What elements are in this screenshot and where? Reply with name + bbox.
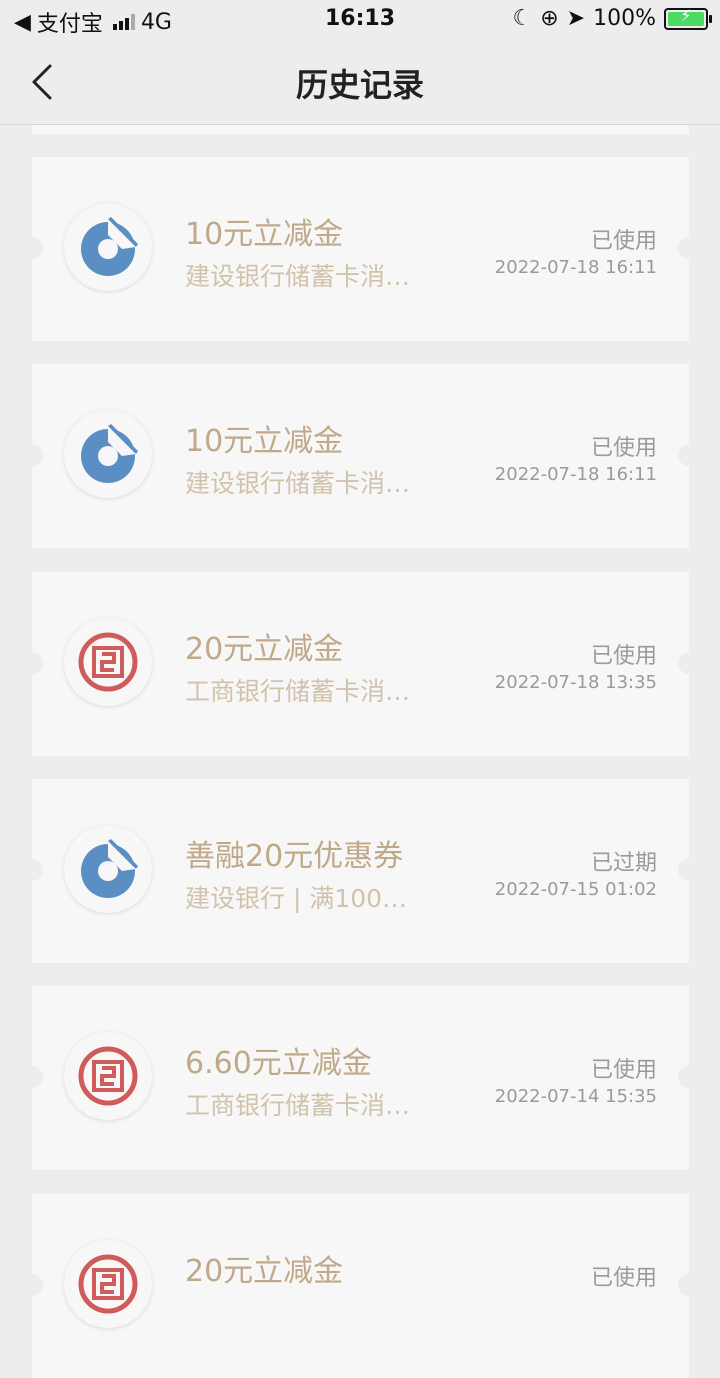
coupon-title: 20元立减金 bbox=[185, 632, 344, 667]
coupon-title: 6.60元立减金 bbox=[185, 1046, 372, 1081]
card-notch-left bbox=[21, 1274, 43, 1296]
card-notch-right bbox=[678, 1066, 700, 1088]
ccb-logo-icon bbox=[81, 839, 138, 898]
coupon-date: 2022-07-18 16:11 bbox=[494, 464, 657, 485]
icbc-logo-icon bbox=[78, 1046, 138, 1106]
location-icon: ➤ bbox=[566, 6, 586, 31]
card-notch-left bbox=[21, 237, 43, 259]
nav-bar: 历史记录 bbox=[0, 40, 720, 125]
status-bar: ◀ 支付宝 4G 16:13 ☾ ⊕ ➤ 100% ⚡ bbox=[0, 0, 720, 40]
coupon-title: 善融20元优惠券 bbox=[185, 839, 404, 874]
bank-logo bbox=[64, 203, 152, 291]
record-card[interactable]: 10元立减金建设银行储蓄卡消… 已使用 2022-07-18 16:11 bbox=[21, 364, 700, 548]
coupon-date: 2022-07-15 01:02 bbox=[494, 879, 657, 900]
record-card[interactable]: 20元立减金 已使用 bbox=[21, 1194, 700, 1378]
page-title: 历史记录 bbox=[295, 66, 424, 104]
coupon-description: 建设银行 | 满100… bbox=[185, 884, 408, 913]
coupon-date: 2022-07-18 13:35 bbox=[494, 672, 657, 693]
record-card[interactable]: 10元立减金建设银行储蓄卡消… 已使用 2022-07-18 16:11 bbox=[21, 157, 700, 341]
moon-icon: ☾ bbox=[512, 6, 533, 31]
coupon-date: 2022-07-14 15:35 bbox=[494, 1086, 657, 1107]
orientation-lock-icon: ⊕ bbox=[540, 6, 559, 31]
card-notch-left bbox=[21, 1066, 43, 1088]
record-card[interactable]: 6.60元立减金工商银行储蓄卡消… 已使用 2022-07-14 15:35 bbox=[21, 986, 700, 1170]
battery-percent: 100% bbox=[593, 6, 656, 31]
card-notch-right bbox=[678, 444, 700, 466]
coupon-status: 已使用 bbox=[590, 436, 657, 461]
coupon-status: 已使用 bbox=[590, 229, 657, 254]
card-notch-right bbox=[678, 1274, 700, 1296]
card-notch-right bbox=[678, 859, 700, 881]
coupon-status: 已使用 bbox=[590, 644, 657, 669]
icbc-logo-icon bbox=[78, 1254, 138, 1314]
battery-icon: ⚡ bbox=[664, 6, 712, 30]
card-notch-right bbox=[678, 237, 700, 259]
bank-logo bbox=[64, 825, 152, 913]
record-card[interactable]: 20元立减金工商银行储蓄卡消… 已使用 2022-07-18 13:35 bbox=[21, 572, 700, 756]
coupon-description: 建设银行储蓄卡消… bbox=[185, 469, 411, 498]
bank-logo bbox=[64, 618, 152, 706]
coupon-title: 10元立减金 bbox=[185, 424, 344, 459]
card-notch-left bbox=[21, 652, 43, 674]
coupon-description: 工商银行储蓄卡消… bbox=[185, 677, 411, 706]
ccb-logo-icon bbox=[81, 424, 138, 483]
bank-logo bbox=[64, 410, 152, 498]
bank-logo bbox=[64, 1240, 152, 1328]
coupon-title: 10元立减金 bbox=[185, 217, 344, 252]
ccb-logo-icon bbox=[81, 217, 138, 276]
card-notch-left bbox=[21, 859, 43, 881]
icbc-logo-icon bbox=[78, 632, 138, 692]
status-right: ☾ ⊕ ➤ 100% ⚡ bbox=[512, 6, 712, 31]
record-card[interactable]: 善融20元优惠券建设银行 | 满100… 已过期 2022-07-15 01:02 bbox=[21, 779, 700, 963]
previous-card-edge bbox=[32, 125, 689, 134]
bank-logo bbox=[64, 1032, 152, 1120]
card-notch-left bbox=[21, 444, 43, 466]
card-notch-right bbox=[678, 652, 700, 674]
coupon-status: 已使用 bbox=[590, 1266, 657, 1291]
coupon-description: 建设银行储蓄卡消… bbox=[185, 262, 411, 291]
coupon-status: 已过期 bbox=[590, 851, 657, 876]
coupon-description: 工商银行储蓄卡消… bbox=[185, 1091, 411, 1120]
coupon-status: 已使用 bbox=[590, 1058, 657, 1083]
coupon-title: 20元立减金 bbox=[185, 1254, 344, 1289]
coupon-date: 2022-07-18 16:11 bbox=[494, 257, 657, 278]
